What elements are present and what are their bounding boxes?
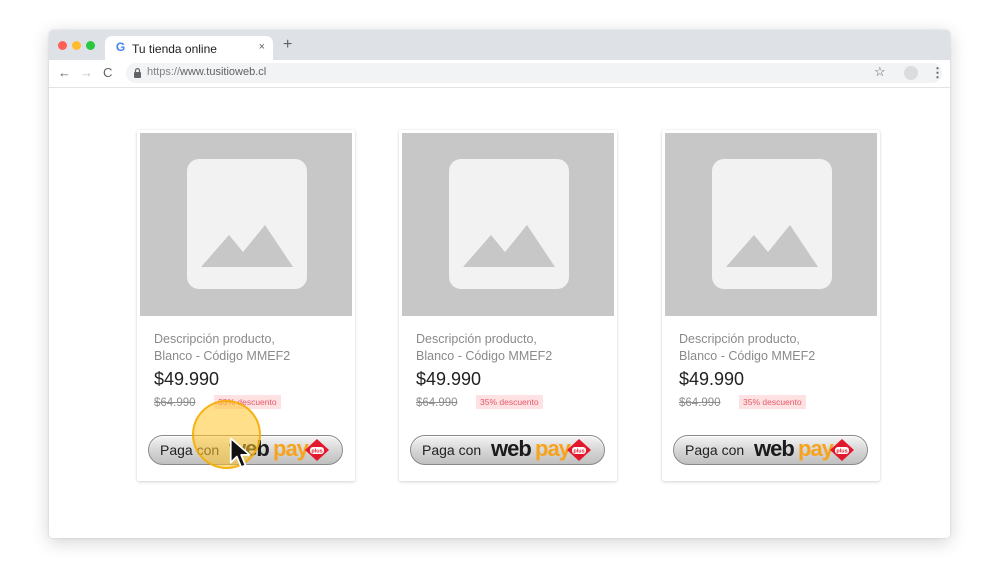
minimize-window-button[interactable] [72,41,81,50]
plus-label: plus [311,449,322,455]
image-placeholder-icon [187,159,307,289]
old-price: $64.990 [416,397,458,409]
product-card: Descripción producto, Blanco - Código MM… [399,130,617,481]
url-scheme: https:// [147,66,181,78]
star-icon[interactable]: ☆ [874,64,886,80]
product-image [140,133,352,316]
page-content: Descripción producto, Blanco - Código MM… [49,88,950,538]
browser-toolbar: ← → C https://www.tusitioweb.cl ☆ ⋮ [49,60,950,88]
product-description: Descripción producto, Blanco - Código MM… [154,331,344,365]
product-description: Descripción producto, Blanco - Código MM… [679,331,869,365]
webpay-plus-icon: plus [305,439,329,461]
description-line: Descripción producto, [154,332,275,346]
tab-bar: G Tu tienda online × + [49,30,950,60]
webpay-logo-web: web [491,436,532,461]
description-line: Blanco - Código MMEF2 [154,349,291,363]
plus-label: plus [573,449,584,455]
webpay-logo-web: web [754,436,795,461]
webpay-logo-pay: pay [798,436,834,461]
close-window-button[interactable] [58,41,67,50]
new-tab-button[interactable]: + [283,37,292,53]
image-placeholder-icon [712,159,832,289]
product-price: $49.990 [416,369,482,389]
webpay-plus-icon: plus [830,439,854,461]
menu-icon[interactable]: ⋮ [931,65,944,81]
webpay-button[interactable]: Paga con web pay plus [673,435,868,465]
google-favicon-icon: G [115,40,126,54]
url-host: www.tusitioweb.cl [180,66,267,78]
plus-label: plus [836,449,847,455]
webpay-plus-icon: plus [567,439,591,461]
product-image [402,133,614,316]
webpay-logo-pay: pay [535,436,571,461]
profile-icon[interactable] [904,66,918,80]
image-placeholder-icon [449,159,569,289]
maximize-window-button[interactable] [86,41,95,50]
old-price: $64.990 [679,397,721,409]
pay-label: Paga con [685,442,745,458]
webpay-logo-pay: pay [273,436,309,461]
url-text: https://www.tusitioweb.cl [147,66,266,78]
webpay-button[interactable]: Paga con web pay plus [410,435,605,465]
lock-icon [134,68,141,78]
discount-badge: 35% descuento [476,395,543,409]
tab-title: Tu tienda online [132,42,217,56]
browser-window: G Tu tienda online × + ← → C https://www… [49,30,950,538]
pay-label: Paga con [422,442,482,458]
cursor-arrow-icon [229,437,251,468]
reload-icon[interactable]: C [103,65,112,81]
product-image [665,133,877,316]
product-description: Descripción producto, Blanco - Código MM… [416,331,606,365]
old-price: $64.990 [154,397,196,409]
forward-arrow-icon[interactable]: → [80,65,93,81]
back-arrow-icon[interactable]: ← [58,65,71,81]
product-price: $49.990 [679,369,745,389]
description-line: Descripción producto, [416,332,537,346]
tab-close-icon[interactable]: × [259,41,265,54]
product-price: $49.990 [154,369,220,389]
discount-badge: 35% descuento [739,395,806,409]
product-card: Descripción producto, Blanco - Código MM… [662,130,880,481]
tab-active[interactable]: G Tu tienda online × [105,36,273,60]
description-line: Blanco - Código MMEF2 [679,349,816,363]
description-line: Descripción producto, [679,332,800,346]
address-bar[interactable]: https://www.tusitioweb.cl ☆ ⋮ [126,63,944,83]
description-line: Blanco - Código MMEF2 [416,349,553,363]
